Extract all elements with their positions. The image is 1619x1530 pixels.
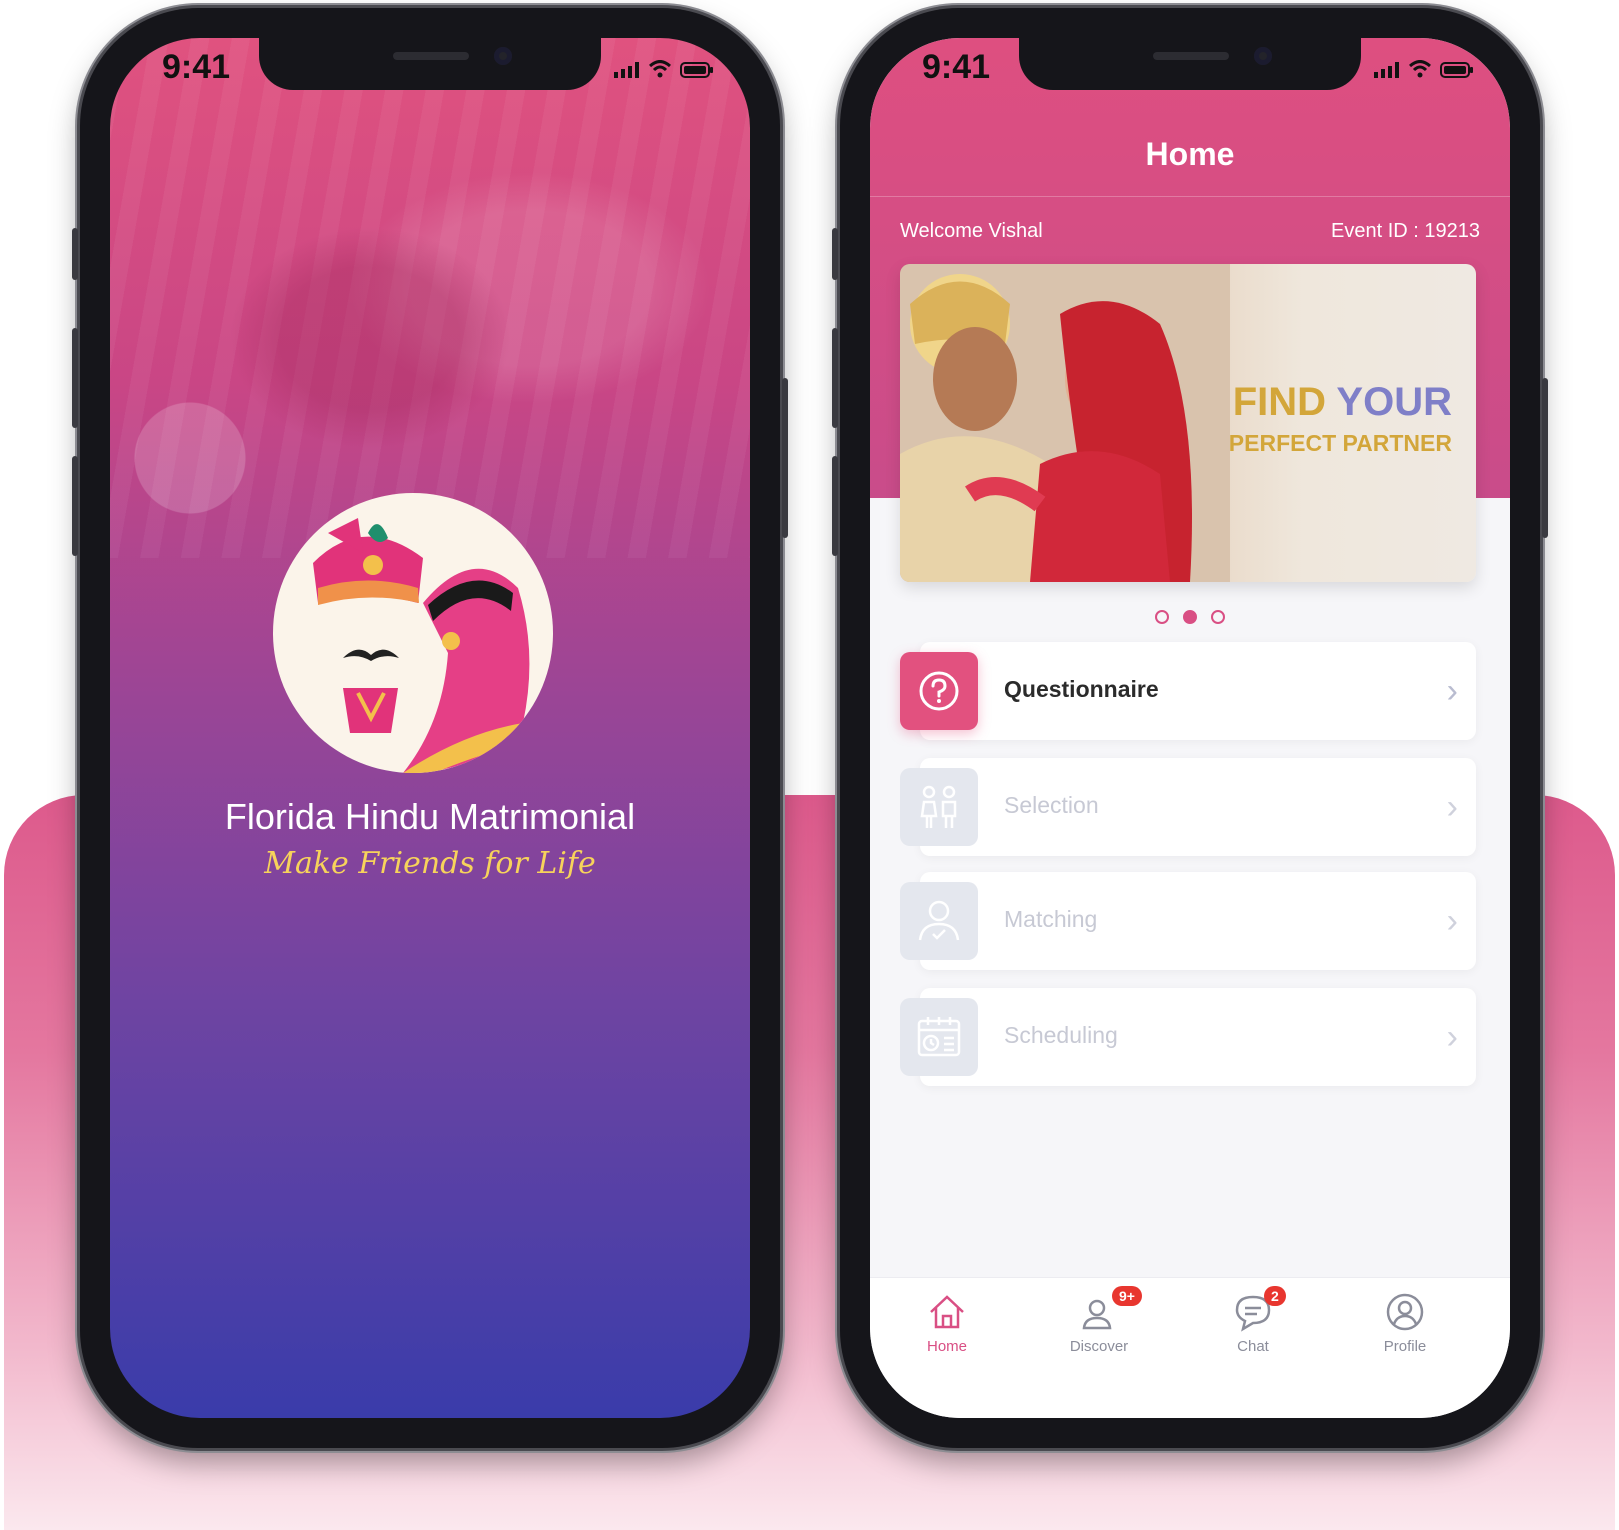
carousel-dot-active[interactable] [1183,610,1197,624]
tab-profile[interactable]: Profile [1340,1292,1470,1355]
phone-home: 9:41 Home Welcome Vishal Event ID : 1921… [832,8,1548,1448]
wifi-icon [648,60,672,78]
carousel-dots [870,610,1510,624]
carousel-dot[interactable] [1211,610,1225,624]
carousel-dot[interactable] [1155,610,1169,624]
couple-photo [900,264,1230,582]
volume-down-button [72,456,78,556]
battery-icon [680,62,713,78]
discover-badge: 9+ [1112,1286,1142,1306]
tab-label: Home [926,1338,967,1355]
volume-down-button [832,456,838,556]
phone-splash: 9:41 Florida Hindu Matrimonial Make Frie… [72,8,788,1448]
chevron-right-icon: › [1446,672,1458,710]
question-icon [900,652,978,730]
status-time: 9:41 [162,48,231,86]
chevron-right-icon: › [1446,788,1458,826]
signal-icon [1374,62,1399,78]
user-check-icon [900,882,978,960]
banner-subheadline: PERFECT PARTNER [1228,430,1452,456]
home-icon [882,1292,1012,1332]
banner-headline-find: FIND [1232,380,1327,424]
tab-chat[interactable]: 2 Chat [1188,1286,1318,1355]
wedding-hands-photo [110,38,750,558]
battery-icon [1440,62,1473,78]
splash-screen: 9:41 Florida Hindu Matrimonial Make Frie… [110,38,750,1418]
app-tagline: Make Friends for Life [264,846,596,881]
couple-icon [900,768,978,846]
menu-label: Matching [1004,906,1098,932]
wifi-icon [1408,60,1432,78]
status-time: 9:41 [922,48,991,86]
volume-up-button [72,328,78,428]
menu-item-matching[interactable]: Matching › [900,872,1476,970]
menu-label: Questionnaire [1004,676,1159,702]
page-title: Home [1145,136,1235,172]
chevron-right-icon: › [1446,902,1458,940]
volume-up-button [832,328,838,428]
status-bar: 9:41 [110,38,750,98]
event-id: Event ID : 19213 [1331,220,1480,242]
status-bar: 9:41 [870,38,1510,98]
promo-banner[interactable]: FIND YOUR PERFECT PARTNER [900,264,1476,582]
tab-label: Chat [1237,1338,1269,1355]
profile-icon [1340,1292,1470,1332]
header-divider [870,196,1510,197]
power-button [1542,378,1548,538]
tab-bar: Home 9+ Discover 2 Chat Profile [870,1277,1510,1418]
tab-home[interactable]: Home [882,1292,1012,1355]
calendar-icon [900,998,978,1076]
tab-label: Discover [1069,1338,1129,1355]
chat-badge: 2 [1264,1286,1286,1306]
welcome-text: Welcome Vishal [900,220,1043,242]
menu-label: Scheduling [1004,1022,1118,1048]
chevron-right-icon: › [1446,1018,1458,1056]
tab-discover[interactable]: 9+ Discover [1034,1286,1164,1355]
app-logo [273,493,553,773]
discover-icon: 9+ [1034,1286,1164,1332]
menu-item-scheduling[interactable]: Scheduling › [900,988,1476,1086]
power-button [782,378,788,538]
banner-headline-your: YOUR [1336,380,1452,424]
chat-icon: 2 [1188,1286,1318,1332]
menu-item-questionnaire[interactable]: Questionnaire › [900,642,1476,740]
signal-icon [614,62,639,78]
home-screen: 9:41 Home Welcome Vishal Event ID : 1921… [870,38,1510,1418]
menu-item-selection[interactable]: Selection › [900,758,1476,856]
mute-switch [832,228,838,280]
app-title: Florida Hindu Matrimonial [224,796,636,837]
mute-switch [72,228,78,280]
tab-label: Profile [1383,1338,1427,1355]
banner-headline: FIND YOUR [1233,380,1452,425]
menu-label: Selection [1004,792,1099,818]
